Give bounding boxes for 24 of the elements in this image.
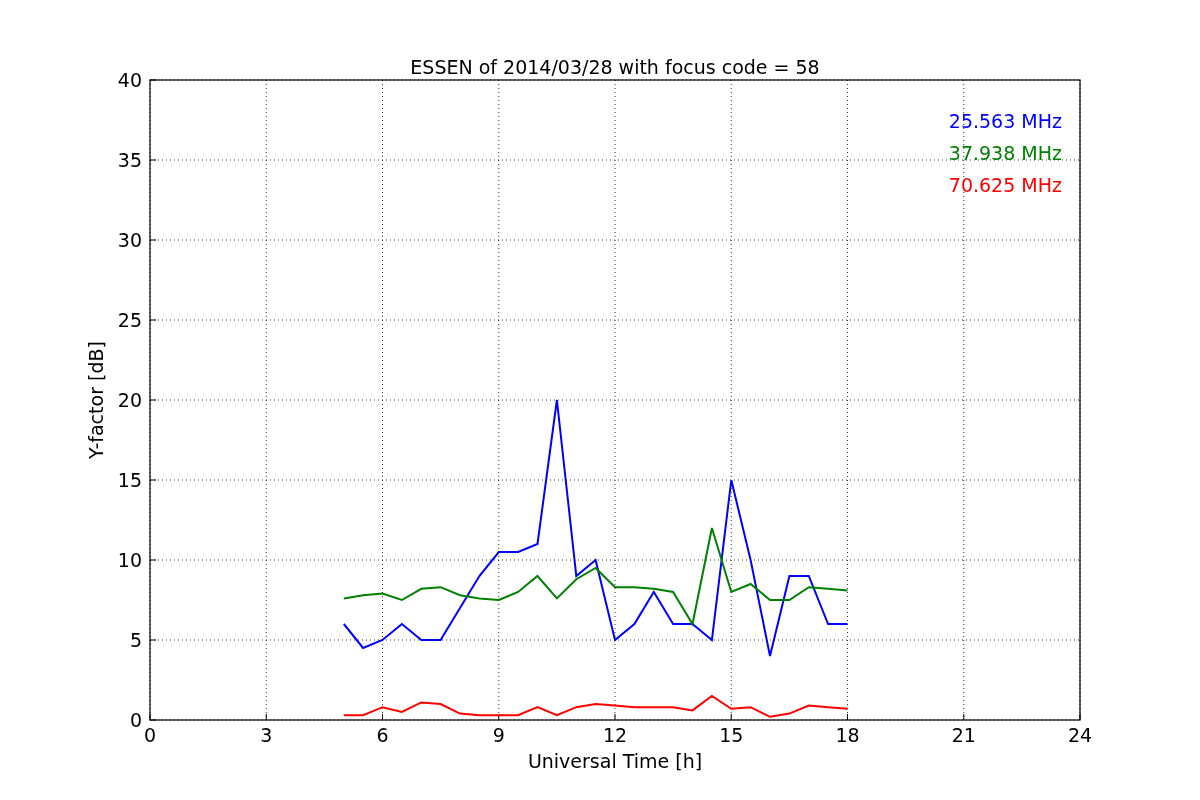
y-tick-label: 20: [117, 389, 142, 411]
y-axis-label: Y-factor [dB]: [85, 341, 107, 459]
y-tick-label: 30: [117, 229, 142, 251]
y-tick-label: 40: [117, 69, 142, 91]
y-tick-label: 5: [129, 629, 142, 651]
x-tick-label: 6: [376, 724, 389, 746]
legend-label: 25.563 MHz: [948, 110, 1062, 132]
x-tick-label: 15: [719, 724, 744, 746]
x-tick-label: 12: [602, 724, 628, 746]
legend-label: 70.625 MHz: [948, 174, 1062, 196]
x-axis-label: Universal Time [h]: [527, 750, 703, 772]
x-tick-label: 24: [1067, 724, 1093, 746]
x-tick-label: 9: [492, 724, 505, 746]
y-tick-label: 15: [117, 469, 142, 491]
y-tick-label: 35: [117, 149, 142, 171]
legend-label: 37.938 MHz: [948, 142, 1062, 164]
x-tick-label: 18: [835, 724, 860, 746]
chart-title: ESSEN of 2014/03/28 with focus code = 58: [410, 56, 820, 78]
x-tick-label: 3: [260, 724, 273, 746]
y-tick-label: 25: [117, 309, 142, 331]
y-tick-label: 10: [117, 549, 142, 571]
x-tick-label: 21: [951, 724, 976, 746]
x-tick-label: 0: [143, 724, 157, 746]
y-tick-label: 0: [129, 709, 142, 731]
